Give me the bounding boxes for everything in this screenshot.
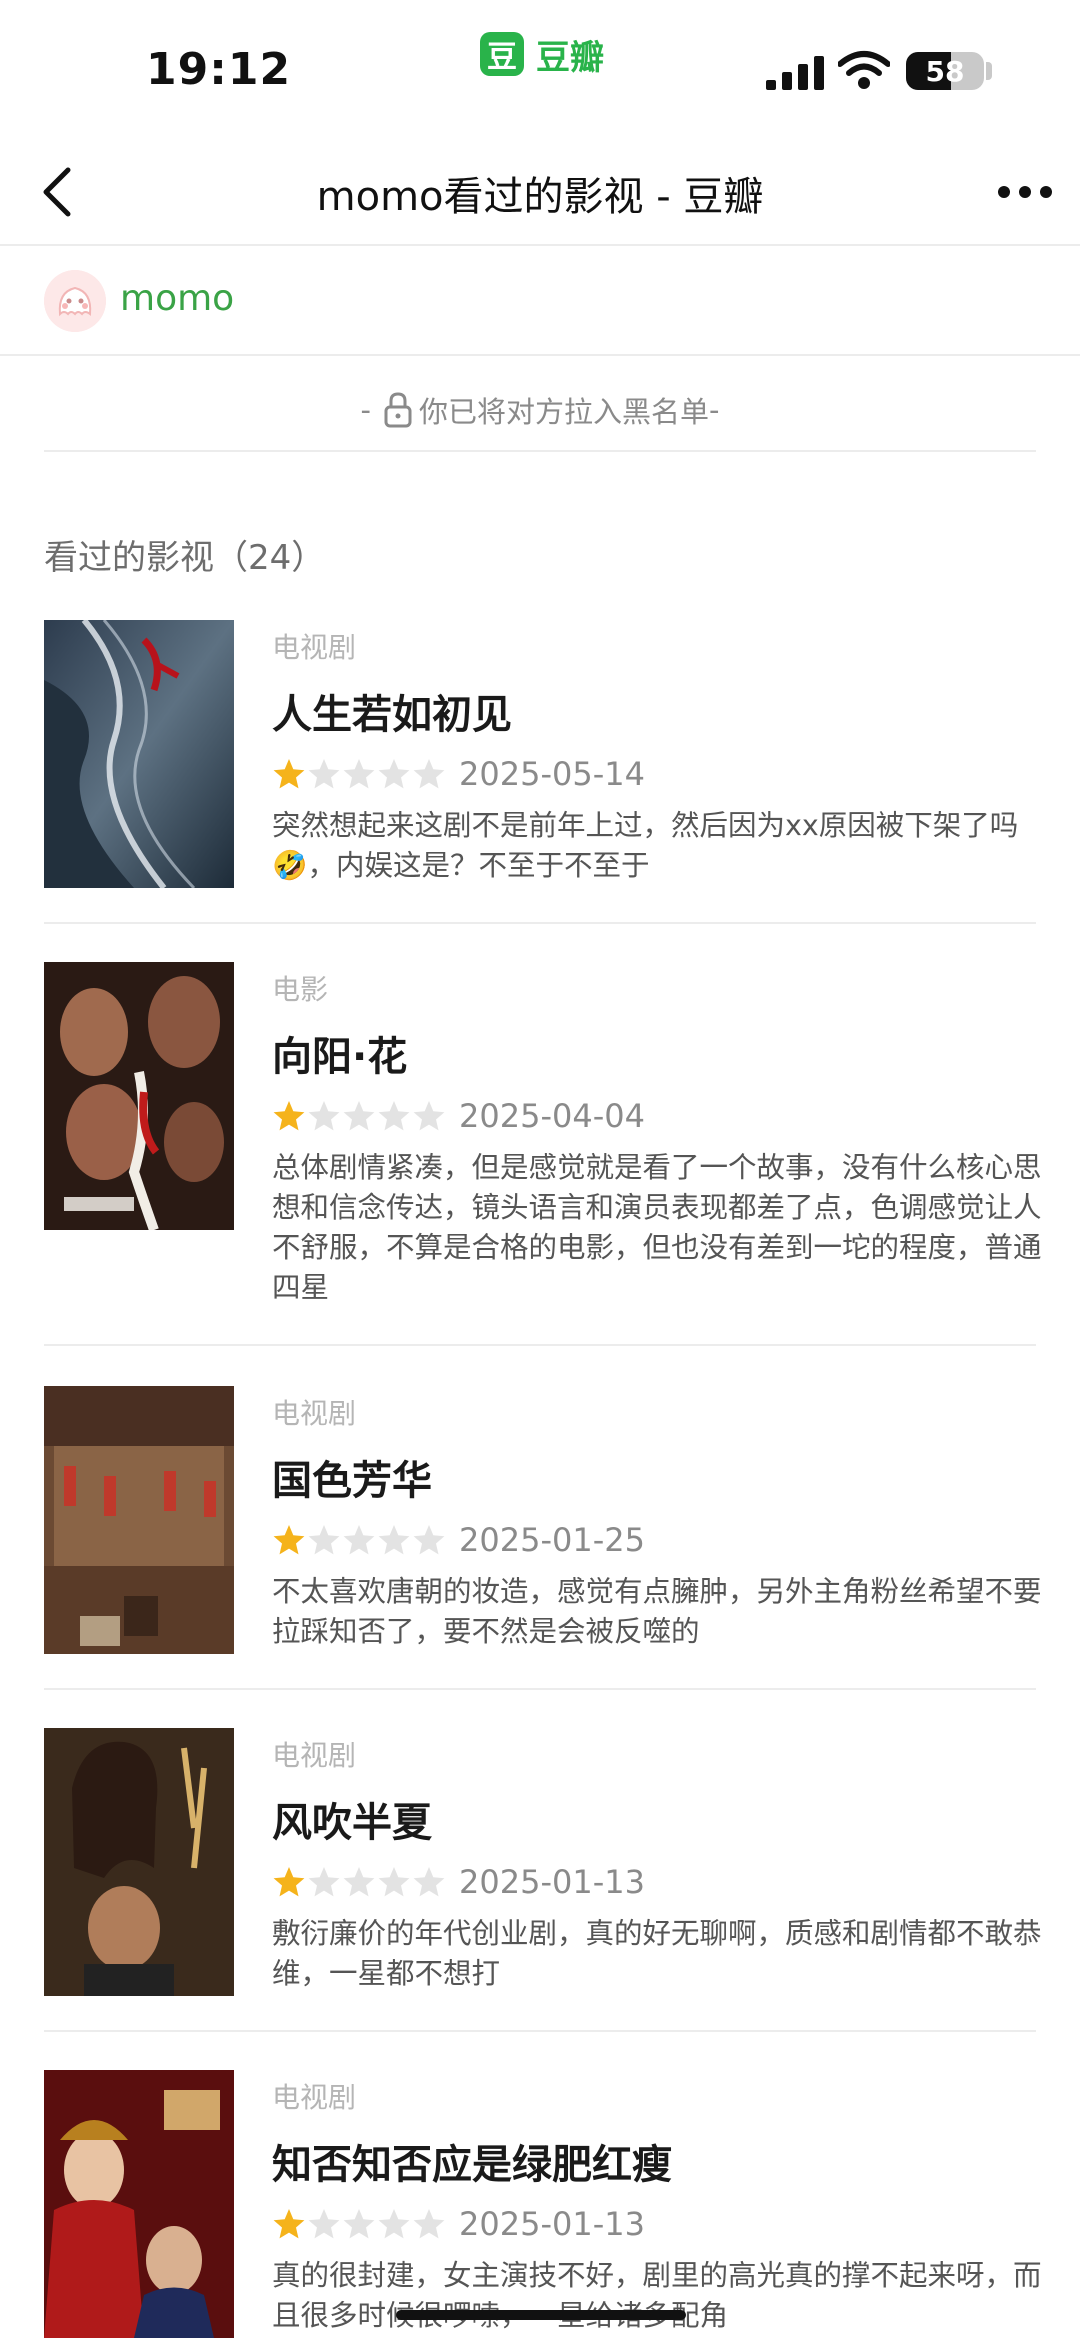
star-empty-icon <box>378 2209 410 2239</box>
item-type: 电视剧 <box>272 1397 357 1430</box>
list-item[interactable]: 电视剧 国色芳华 2025-01-25 不太喜欢唐朝的妆造，感觉有点臃肿，另外主… <box>44 1386 1042 1708</box>
star-rating <box>272 757 447 791</box>
rating-row: 2025-05-14 <box>272 754 645 794</box>
star-rating <box>272 1865 447 1899</box>
rating-row: 2025-04-04 <box>272 1096 645 1136</box>
list-item[interactable]: 电影 向阳·花 2025-04-04 总体剧情紧凑，但是感觉就是看了一个故事，没… <box>44 962 1042 1362</box>
star-empty-icon <box>378 759 410 789</box>
rating-row: 2025-01-13 <box>272 2204 645 2244</box>
rating-row: 2025-01-25 <box>272 1520 645 1560</box>
app-name: 豆瓣 <box>536 37 604 78</box>
wifi-icon <box>838 51 890 89</box>
star-empty-icon <box>378 1525 410 1555</box>
user-name-link[interactable]: momo <box>120 278 234 319</box>
list-item[interactable]: 电视剧 人生若如初见 2025-05-14 突然想起来这剧不是前年上过，然后因为… <box>44 620 1036 942</box>
user-row[interactable]: momo <box>0 248 1080 356</box>
list-item[interactable]: 电视剧 风吹半夏 2025-01-13 敷衍廉价的年代创业剧，真的好无聊啊，质感… <box>44 1728 1042 2050</box>
item-date: 2025-01-13 <box>459 2205 645 2243</box>
star-empty-icon <box>343 1867 375 1897</box>
item-comment: 敷衍廉价的年代创业剧，真的好无聊啊，质感和剧情都不敢恭维，一星都不想打 <box>272 1917 1042 1990</box>
section-title: 看过的影视（24） <box>44 538 326 578</box>
star-rating <box>272 2207 447 2241</box>
star-filled-icon <box>273 2209 305 2239</box>
lock-icon <box>384 392 412 428</box>
item-title[interactable]: 向阳·花 <box>272 1024 407 1082</box>
star-empty-icon <box>343 1525 375 1555</box>
rating-row: 2025-01-13 <box>272 1862 645 1902</box>
item-date: 2025-04-04 <box>459 1097 645 1135</box>
poster-image[interactable] <box>44 962 234 1230</box>
divider <box>44 922 1036 924</box>
battery-level: 58 <box>925 54 965 88</box>
divider <box>44 2030 1036 2032</box>
star-filled-icon <box>273 759 305 789</box>
home-indicator[interactable] <box>396 2310 686 2320</box>
item-title[interactable]: 人生若如初见 <box>272 682 512 740</box>
poster-image[interactable] <box>44 1386 234 1654</box>
poster-image[interactable] <box>44 620 234 888</box>
item-date: 2025-05-14 <box>459 755 645 793</box>
item-comment: 突然想起来这剧不是前年上过，然后因为xx原因被下架了吗🤣，内娱这是？不至于不至于 <box>272 809 1019 882</box>
item-comment: 真的很封建，女主演技不好，剧里的高光真的撑不起来呀，而且很多时候很啰嗦，一星给诸… <box>272 2259 1042 2332</box>
star-empty-icon <box>378 1101 410 1131</box>
star-empty-icon <box>413 1101 445 1131</box>
star-empty-icon <box>308 1867 340 1897</box>
signal-icon <box>766 56 824 90</box>
item-date: 2025-01-13 <box>459 1863 645 1901</box>
star-empty-icon <box>343 2209 375 2239</box>
back-chevron-icon[interactable] <box>30 162 90 222</box>
star-empty-icon <box>413 1867 445 1897</box>
page-title: momo看过的影视 - 豆瓣 <box>316 174 764 220</box>
item-title[interactable]: 知否知否应是绿肥红瘦 <box>272 2132 672 2190</box>
poster-image[interactable] <box>44 1728 234 1996</box>
item-title[interactable]: 国色芳华 <box>272 1448 432 1506</box>
item-date: 2025-01-25 <box>459 1521 645 1559</box>
divider <box>44 1344 1036 1346</box>
star-rating <box>272 1099 447 1133</box>
star-filled-icon <box>273 1867 305 1897</box>
blocked-notice: - 你已将对方拉入黑名单 - <box>44 370 1036 450</box>
item-type: 电视剧 <box>272 1739 357 1772</box>
nav-bar: momo看过的影视 - 豆瓣 <box>0 140 1080 246</box>
star-filled-icon <box>273 1101 305 1131</box>
avatar-ghost-icon <box>44 270 106 332</box>
notice-text: 你已将对方拉入黑名单 <box>418 395 709 429</box>
star-empty-icon <box>378 1867 410 1897</box>
notice-suffix: - <box>709 393 720 427</box>
item-type: 电视剧 <box>272 631 357 664</box>
item-comment: 总体剧情紧凑，但是感觉就是看了一个故事，没有什么核心思想和信念传达，镜头语言和演… <box>272 1151 1042 1304</box>
status-bar: 19:12 豆 豆瓣 58 <box>0 0 1080 140</box>
item-comment: 不太喜欢唐朝的妆造，感觉有点臃肿，另外主角粉丝希望不要拉踩知否了，要不然是会被反… <box>272 1575 1042 1648</box>
notice-prefix: - <box>360 393 371 427</box>
star-empty-icon <box>413 2209 445 2239</box>
star-empty-icon <box>413 759 445 789</box>
star-empty-icon <box>308 1525 340 1555</box>
app-indicator[interactable]: 豆 豆瓣 <box>480 30 604 78</box>
item-type: 电影 <box>272 973 329 1006</box>
star-empty-icon <box>308 1101 340 1131</box>
battery-cap <box>986 62 992 80</box>
battery-icon: 58 <box>906 52 984 90</box>
item-type: 电视剧 <box>272 2081 357 2114</box>
star-rating <box>272 1523 447 1557</box>
star-empty-icon <box>343 759 375 789</box>
star-empty-icon <box>308 2209 340 2239</box>
star-filled-icon <box>273 1525 305 1555</box>
status-time: 19:12 <box>146 44 292 95</box>
douban-logo-icon: 豆 <box>480 32 524 76</box>
divider <box>44 450 1036 452</box>
star-empty-icon <box>343 1101 375 1131</box>
divider <box>44 1688 1036 1690</box>
star-empty-icon <box>308 759 340 789</box>
item-title[interactable]: 风吹半夏 <box>272 1790 432 1848</box>
more-dots-icon[interactable] <box>990 162 1060 222</box>
list-item[interactable]: 电视剧 知否知否应是绿肥红瘦 2025-01-13 真的很封建，女主演技不好，剧… <box>44 2070 1042 2340</box>
poster-image[interactable] <box>44 2070 234 2338</box>
star-empty-icon <box>413 1525 445 1555</box>
avatar[interactable] <box>44 270 106 332</box>
